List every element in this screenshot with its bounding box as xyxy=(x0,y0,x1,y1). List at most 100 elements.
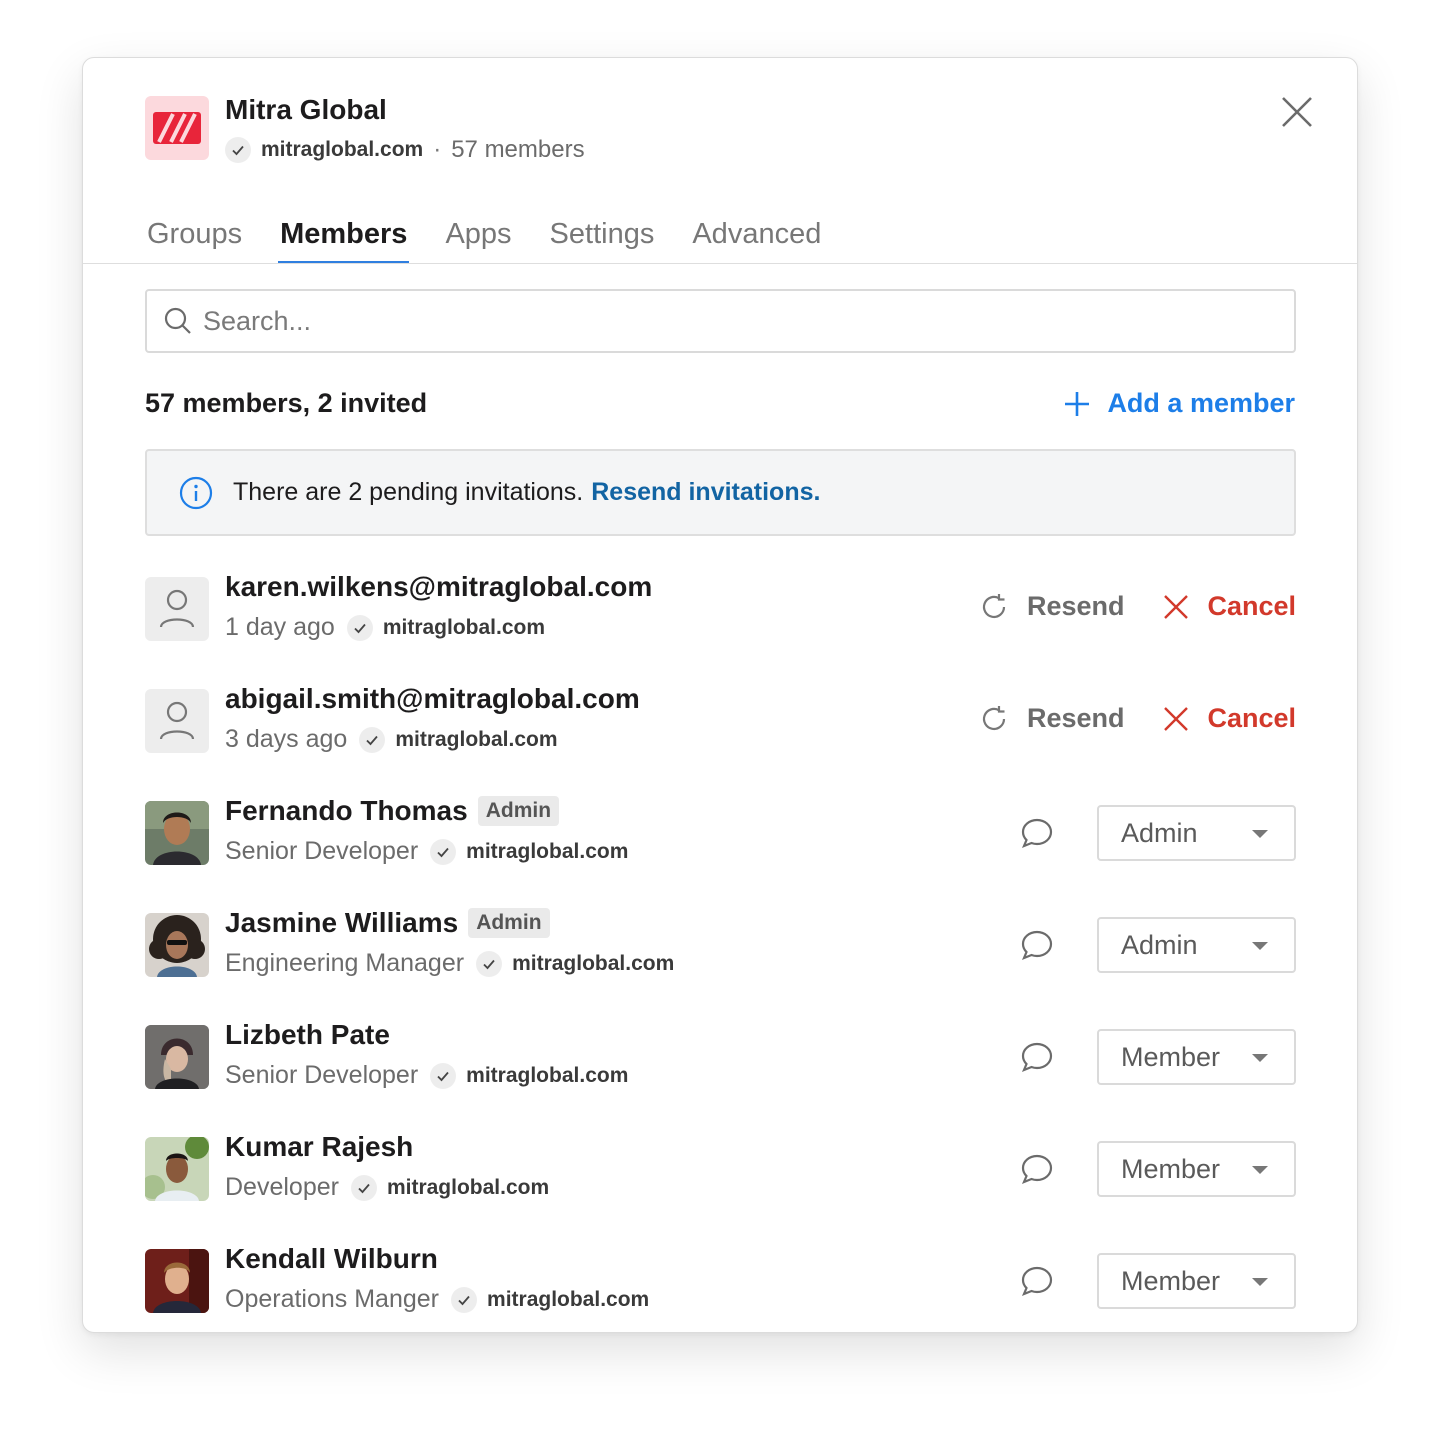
member-title: Developer xyxy=(225,1173,339,1201)
tab-groups[interactable]: Groups xyxy=(145,212,244,264)
chevron-down-icon xyxy=(1252,1166,1268,1174)
user-icon xyxy=(159,589,195,628)
invite-time: 3 days ago xyxy=(225,725,348,753)
tab-advanced[interactable]: Advanced xyxy=(690,212,823,264)
plus-icon xyxy=(1065,391,1090,416)
user-icon xyxy=(159,701,195,740)
member-meta: Senior Developer mitraglobal.com xyxy=(225,837,628,866)
member-domain: mitraglobal.com xyxy=(466,1063,629,1087)
cancel-button[interactable]: Cancel xyxy=(1163,703,1296,734)
banner-text: There are 2 pending invitations. xyxy=(233,478,584,506)
cancel-label: Cancel xyxy=(1207,591,1296,621)
refresh-icon xyxy=(982,705,1006,730)
search-icon xyxy=(164,307,191,334)
role-value: Admin xyxy=(1121,817,1198,848)
message-icon[interactable] xyxy=(1019,1263,1055,1299)
member-domain: mitraglobal.com xyxy=(466,839,629,863)
member-domain: mitraglobal.com xyxy=(487,1287,650,1311)
invite-row: karen.wilkens@mitraglobal.com 1 day ago … xyxy=(145,571,1296,649)
member-meta: Operations Manger mitraglobal.com xyxy=(225,1285,649,1314)
member-title: Senior Developer xyxy=(225,837,419,865)
role-dropdown[interactable]: Admin xyxy=(1097,805,1296,861)
workspace-members-dialog: Mitra Global mitraglobal.com · 57 member… xyxy=(82,57,1358,1333)
verified-check-icon xyxy=(430,1062,457,1089)
resend-label: Resend xyxy=(1027,703,1125,733)
invite-time: 1 day ago xyxy=(225,613,335,641)
workspace-meta: mitraglobal.com · 57 members xyxy=(225,134,585,166)
verified-check-icon xyxy=(346,614,373,641)
workspace-member-count: 57 members xyxy=(451,136,585,163)
resend-button[interactable]: Resend xyxy=(979,703,1125,734)
tab-apps[interactable]: Apps xyxy=(443,212,513,264)
member-title: Senior Developer xyxy=(225,1061,419,1089)
member-name: Fernando Thomas Admin xyxy=(225,795,560,827)
avatar xyxy=(145,1137,209,1201)
member-title: Engineering Manager xyxy=(225,949,465,977)
member-row: Kendall Wilburn Operations Manger mitrag… xyxy=(145,1243,1296,1321)
member-domain: mitraglobal.com xyxy=(512,951,675,975)
admin-badge: Admin xyxy=(468,908,550,938)
cancel-button[interactable]: Cancel xyxy=(1163,591,1296,622)
role-value: Member xyxy=(1121,1153,1221,1184)
member-meta: Senior Developer mitraglobal.com xyxy=(225,1061,628,1090)
avatar xyxy=(145,1249,209,1313)
avatar-placeholder xyxy=(145,577,209,641)
role-value: Member xyxy=(1121,1265,1221,1296)
tab-members[interactable]: Members xyxy=(278,212,410,264)
workspace-domain: mitraglobal.com xyxy=(261,138,424,161)
resend-button[interactable]: Resend xyxy=(979,591,1125,622)
search-box[interactable] xyxy=(145,289,1296,353)
member-row: Lizbeth Pate Senior Developer mitragloba… xyxy=(145,1019,1296,1097)
chevron-down-icon xyxy=(1252,1054,1268,1062)
invite-domain: mitraglobal.com xyxy=(382,615,546,639)
avatar-placeholder xyxy=(145,689,209,753)
invite-email: karen.wilkens@mitraglobal.com xyxy=(225,571,653,602)
refresh-icon xyxy=(982,593,1006,618)
role-dropdown[interactable]: Member xyxy=(1097,1253,1296,1309)
member-name: Lizbeth Pate xyxy=(225,1019,390,1050)
add-member-label: Add a member xyxy=(1107,388,1295,418)
message-icon[interactable] xyxy=(1019,815,1055,851)
member-meta: Developer mitraglobal.com xyxy=(225,1173,549,1202)
search-input[interactable] xyxy=(203,305,1294,337)
member-name: Kendall Wilburn xyxy=(225,1243,438,1274)
member-name: Jasmine Williams Admin xyxy=(225,907,550,939)
invite-meta: 3 days ago mitraglobal.com xyxy=(225,725,558,754)
member-row: Kumar Rajesh Developer mitraglobal.com M… xyxy=(145,1131,1296,1209)
resend-invitations-link[interactable]: Resend invitations. xyxy=(591,478,820,507)
message-icon[interactable] xyxy=(1019,927,1055,963)
member-row: Jasmine Williams Admin Engineering Manag… xyxy=(145,907,1296,985)
cancel-label: Cancel xyxy=(1207,703,1296,733)
message-icon[interactable] xyxy=(1019,1151,1055,1187)
info-icon xyxy=(179,476,213,509)
tab-settings[interactable]: Settings xyxy=(548,212,657,264)
role-dropdown[interactable]: Member xyxy=(1097,1141,1296,1197)
pending-invitations-banner: There are 2 pending invitations. Resend … xyxy=(145,449,1296,536)
chevron-down-icon xyxy=(1252,1278,1268,1286)
member-title: Operations Manger xyxy=(225,1285,440,1313)
members-summary: 57 members, 2 invited xyxy=(145,388,428,418)
tab-divider xyxy=(83,263,1357,264)
member-meta: Engineering Manager mitraglobal.com xyxy=(225,949,674,978)
add-member-button[interactable]: Add a member xyxy=(1063,388,1295,419)
verified-check-icon xyxy=(430,838,457,865)
avatar xyxy=(145,801,209,865)
avatar xyxy=(145,913,209,977)
invite-row: abigail.smith@mitraglobal.com 3 days ago… xyxy=(145,683,1296,761)
invite-domain: mitraglobal.com xyxy=(395,727,558,751)
close-icon[interactable] xyxy=(1279,94,1315,130)
verified-check-icon xyxy=(359,726,386,753)
close-icon xyxy=(1164,706,1189,731)
message-icon[interactable] xyxy=(1019,1039,1055,1075)
role-value: Admin xyxy=(1121,929,1198,960)
role-value: Member xyxy=(1121,1041,1221,1072)
workspace-logo xyxy=(145,96,209,160)
role-dropdown[interactable]: Admin xyxy=(1097,917,1296,973)
close-icon xyxy=(1164,594,1189,619)
invite-meta: 1 day ago mitraglobal.com xyxy=(225,613,545,642)
invite-email: abigail.smith@mitraglobal.com xyxy=(225,683,640,714)
tab-bar: Groups Members Apps Settings Advanced xyxy=(145,212,857,264)
verified-check-icon xyxy=(451,1286,478,1313)
role-dropdown[interactable]: Member xyxy=(1097,1029,1296,1085)
verified-check-icon xyxy=(225,137,251,163)
